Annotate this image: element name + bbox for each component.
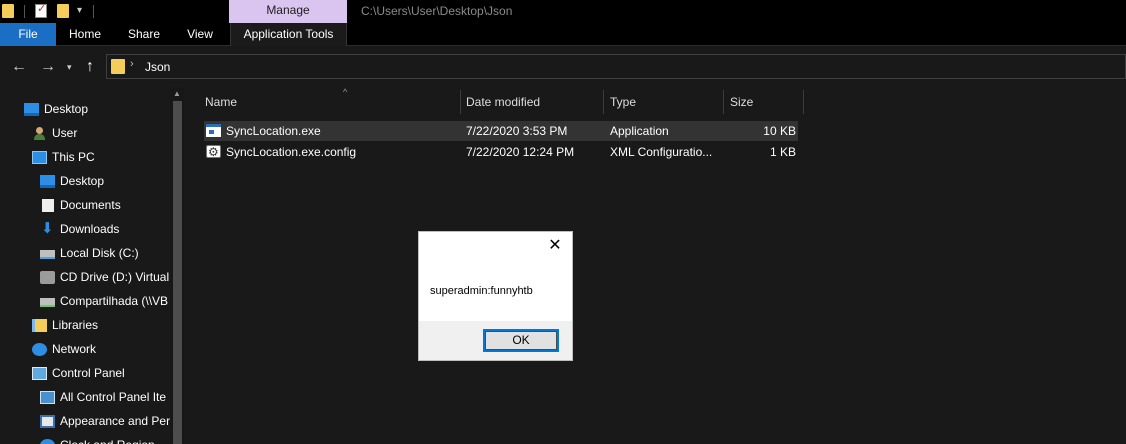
cd-drive-icon (40, 271, 55, 284)
column-header-label: Name (205, 95, 238, 109)
column-header-type[interactable]: Type (610, 88, 722, 116)
sidebar-item-label: Control Panel (52, 366, 125, 380)
network-drive-icon (40, 298, 55, 307)
sidebar-item-label: User (52, 126, 78, 140)
documents-icon (42, 199, 54, 212)
tab-file[interactable]: File (0, 23, 56, 46)
column-divider[interactable] (603, 90, 604, 114)
file-list-pane: Name ^ Date modified Type Size SyncLocat… (186, 87, 1126, 444)
close-icon[interactable]: ✕ (547, 236, 563, 256)
separator (93, 5, 94, 18)
message-dialog: ✕ superadmin:funnyhtb OK (418, 231, 573, 361)
sidebar-item-label: All Control Panel Ite (60, 390, 167, 404)
navigation-bar: ← → ▾ ↑ › Json (0, 47, 1126, 87)
sidebar-item-label: Desktop (60, 174, 105, 188)
appearance-icon (40, 415, 55, 428)
sidebar-item-label: CD Drive (D:) Virtual (60, 270, 170, 284)
file-type: XML Configuratio... (610, 145, 713, 159)
column-divider[interactable] (723, 90, 724, 114)
network-icon (32, 343, 47, 356)
file-name: SyncLocation.exe (226, 124, 321, 138)
dialog-message: superadmin:funnyhtb (430, 285, 533, 297)
application-icon (206, 124, 221, 137)
sidebar-item-label: Libraries (52, 318, 99, 332)
scroll-up-icon[interactable]: ▲ (173, 89, 181, 98)
breadcrumb-json[interactable]: Json (145, 60, 170, 74)
sidebar-item-label: Clock and Region (60, 434, 155, 444)
properties-icon[interactable] (35, 2, 47, 18)
forward-arrow-icon[interactable]: → (40, 57, 56, 77)
sidebar-item-label: Downloads (60, 222, 120, 236)
sidebar-item-label: This PC (52, 150, 95, 164)
up-arrow-icon[interactable]: ↑ (86, 57, 94, 77)
ribbon-tabs: File Home Share View Application Tools (0, 23, 1126, 46)
folder-icon (111, 59, 125, 74)
ok-button[interactable]: OK (483, 329, 559, 352)
customize-quick-access-icon[interactable]: ▾ (77, 5, 82, 16)
sidebar-item-label: Documents (60, 198, 121, 212)
sidebar-scrollbar[interactable]: ▲ (170, 87, 184, 444)
control-panel-icon (40, 391, 55, 404)
tab-view[interactable]: View (174, 23, 226, 46)
sort-ascending-icon: ^ (343, 87, 348, 97)
tab-application-tools[interactable]: Application Tools (230, 23, 347, 46)
tab-home[interactable]: Home (56, 23, 114, 46)
new-folder-icon[interactable] (57, 4, 69, 18)
file-row[interactable]: SyncLocation.exe 7/22/2020 3:53 PM Appli… (204, 121, 798, 141)
clock-icon (40, 439, 55, 444)
sidebar-item-label: Network (52, 342, 97, 356)
folder-icon[interactable] (2, 4, 14, 18)
sidebar-item-label: Desktop (44, 102, 89, 116)
column-header-size[interactable]: Size (730, 88, 800, 116)
file-row[interactable]: SyncLocation.exe.config 7/22/2020 12:24 … (204, 142, 798, 162)
control-panel-icon (32, 367, 47, 380)
separator (24, 5, 25, 18)
column-header-name[interactable]: Name ^ (205, 87, 459, 116)
navigation-pane: Desktop User This PC Desktop Documents D… (0, 87, 184, 444)
column-divider[interactable] (803, 90, 804, 114)
downloads-icon (40, 218, 55, 240)
config-file-icon (206, 142, 221, 162)
address-bar[interactable]: › Json (106, 54, 1126, 79)
file-name: SyncLocation.exe.config (226, 145, 357, 159)
back-arrow-icon[interactable]: ← (11, 57, 27, 77)
desktop-icon (24, 103, 39, 116)
this-pc-icon (32, 151, 47, 164)
scroll-thumb[interactable] (173, 101, 182, 444)
manage-contextual-tab[interactable]: Manage (229, 0, 347, 23)
file-size: 10 KB (763, 124, 796, 138)
desktop-icon (40, 175, 55, 188)
window-title: C:\Users\User\Desktop\Json (361, 4, 513, 18)
sidebar-item-label: Appearance and Per (60, 414, 171, 428)
dialog-footer: OK (419, 321, 572, 360)
file-date: 7/22/2020 3:53 PM (466, 124, 568, 138)
user-icon (32, 127, 47, 140)
sidebar-item-label: Compartilhada (\\VB (60, 294, 169, 308)
column-header-date-modified[interactable]: Date modified (466, 88, 602, 116)
breadcrumb-separator-icon[interactable]: › (130, 58, 134, 70)
sidebar-item-label: Local Disk (C:) (60, 246, 139, 260)
file-size: 1 KB (769, 145, 796, 159)
tab-share[interactable]: Share (114, 23, 174, 46)
recent-locations-chevron-icon[interactable]: ▾ (67, 57, 72, 77)
local-disk-icon (40, 250, 55, 259)
file-date: 7/22/2020 12:24 PM (466, 145, 575, 159)
libraries-icon (32, 319, 47, 332)
file-type: Application (610, 124, 669, 138)
title-bar: ▾ Manage C:\Users\User\Desktop\Json (0, 0, 1126, 23)
column-divider[interactable] (460, 90, 461, 114)
